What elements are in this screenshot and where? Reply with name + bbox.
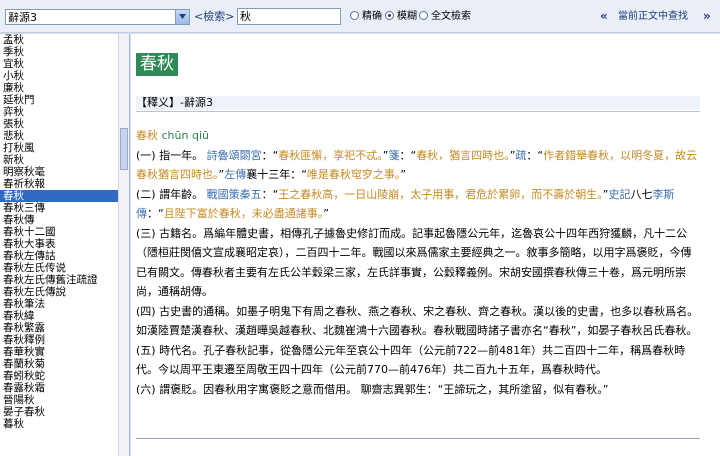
list-item[interactable]: 春祈秋報 bbox=[0, 178, 118, 190]
radio-exact[interactable] bbox=[350, 11, 359, 20]
list-item[interactable]: 弈秋 bbox=[0, 106, 118, 118]
chevron-down-icon[interactable] bbox=[175, 10, 189, 24]
list-item[interactable]: 春秋左傳詁 bbox=[0, 250, 118, 262]
scrollbar-thumb[interactable] bbox=[120, 128, 128, 170]
dictionary-select[interactable]: 辭源3 bbox=[5, 9, 190, 25]
find-in-text-label: 當前正文中查找 bbox=[618, 11, 688, 22]
radio-fulltext[interactable] bbox=[419, 11, 428, 20]
list-item[interactable]: 明察秋毫 bbox=[0, 166, 118, 178]
radio-fuzzy[interactable] bbox=[385, 11, 394, 20]
list-item[interactable]: 春蘭秋菊 bbox=[0, 358, 118, 370]
prev-match-icon[interactable]: « bbox=[600, 9, 608, 23]
list-item[interactable]: 打秋風 bbox=[0, 142, 118, 154]
headword-title: 春秋 bbox=[136, 53, 178, 76]
entry-list[interactable]: 孟秋 季秋 宜秋 小秋 廉秋 延秋門 弈秋 張秋 悲秋 打秋風 新秋 明察秋毫 春祈秋報 春秋 春秋三傳 春秋… bbox=[0, 34, 118, 430]
search-input-value: 秋 bbox=[240, 10, 251, 23]
list-item[interactable]: 廉秋 bbox=[0, 82, 118, 94]
list-item[interactable]: 張秋 bbox=[0, 118, 118, 130]
list-item[interactable]: 春秋緯 bbox=[0, 310, 118, 322]
entry-list-panel: 孟秋 季秋 宜秋 小秋 廉秋 延秋門 弈秋 張秋 悲秋 打秋風 新秋 明察秋毫 春祈秋報 春秋 春秋三傳 春秋… bbox=[0, 34, 130, 456]
definition-panel: 春秋 【釋义】-辭源3 春秋 chūn qiū (一) 指一年。 詩魯頌閟宮：“春… bbox=[131, 34, 720, 456]
radio-fulltext-label: 全文檢索 bbox=[431, 11, 471, 22]
list-item[interactable]: 春秋釋例 bbox=[0, 334, 118, 346]
search-input[interactable]: 秋 bbox=[237, 8, 341, 25]
list-item[interactable]: 春秋筆法 bbox=[0, 298, 118, 310]
list-item[interactable]: 晉陽秋 bbox=[0, 394, 118, 406]
list-item[interactable]: 延秋門 bbox=[0, 94, 118, 106]
definition-source: 【釋义】-辭源3 bbox=[136, 96, 700, 112]
list-item[interactable]: 宜秋 bbox=[0, 58, 118, 70]
list-item[interactable]: 小秋 bbox=[0, 70, 118, 82]
list-item[interactable]: 春秋十二國 bbox=[0, 226, 118, 238]
list-item[interactable]: 孟秋 bbox=[0, 34, 118, 46]
list-item[interactable]: 春秋左氏传说 bbox=[0, 262, 118, 274]
dictionary-select-value: 辭源3 bbox=[8, 11, 37, 24]
list-item[interactable]: 暮秋 bbox=[0, 418, 118, 430]
divider bbox=[136, 438, 700, 439]
list-item[interactable]: 春華秋實 bbox=[0, 346, 118, 358]
next-match-icon[interactable]: » bbox=[703, 9, 711, 23]
list-item[interactable]: 春秋繁露 bbox=[0, 322, 118, 334]
definition-body: 春秋 chūn qiū (一) 指一年。 詩魯頌閟宮：“春秋匪懈，享祀不忒。”箋：… bbox=[136, 129, 699, 396]
list-item[interactable]: 春秋三傳 bbox=[0, 202, 118, 214]
list-item[interactable]: 春秋大事表 bbox=[0, 238, 118, 250]
list-item[interactable]: 季秋 bbox=[0, 46, 118, 58]
list-scrollbar[interactable] bbox=[118, 34, 129, 456]
toolbar: 辭源3 <檢索> 秋 精确 模糊 全文檢索 « 當前正文中查找 » bbox=[0, 0, 720, 33]
radio-exact-label: 精确 bbox=[362, 11, 382, 22]
search-label: <檢索> bbox=[194, 10, 235, 23]
list-item[interactable]: 晏子春秋 bbox=[0, 406, 118, 418]
list-item[interactable]: 春秋 bbox=[0, 190, 118, 202]
list-item[interactable]: 春露秋霜 bbox=[0, 382, 118, 394]
list-item[interactable]: 春蚓秋蛇 bbox=[0, 370, 118, 382]
list-item[interactable]: 春秋傳 bbox=[0, 214, 118, 226]
list-item[interactable]: 新秋 bbox=[0, 154, 118, 166]
list-item[interactable]: 悲秋 bbox=[0, 130, 118, 142]
list-item[interactable]: 春秋左氏傳說 bbox=[0, 286, 118, 298]
radio-fuzzy-label: 模糊 bbox=[397, 11, 417, 22]
list-item[interactable]: 春秋左氏傳舊注疏證 bbox=[0, 274, 118, 286]
